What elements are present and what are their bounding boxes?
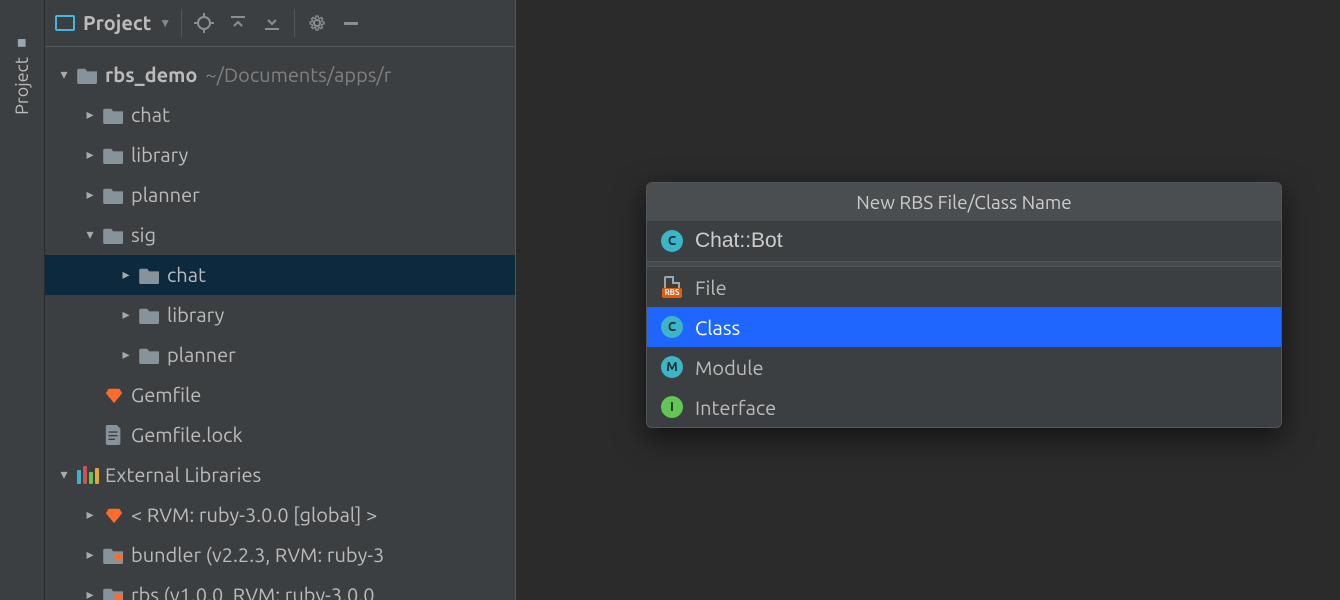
tree-node-label: chat <box>127 103 170 126</box>
chevron-right-icon[interactable]: ▸ <box>79 506 101 523</box>
interface-icon: I <box>661 396 683 418</box>
tree-node-gem[interactable]: ▸ rbs (v1.0.0, RVM: ruby-3.0.0 <box>45 575 515 600</box>
tree-node-label: sig <box>127 223 156 246</box>
tree-node-label: < RVM: ruby-3.0.0 [global] > <box>127 503 377 526</box>
tree-node-label: planner <box>163 343 236 366</box>
library-icon <box>75 466 101 484</box>
folder-icon <box>137 346 163 364</box>
gem-folder-icon <box>101 586 127 600</box>
popup-option-class[interactable]: C Class <box>647 307 1281 347</box>
chevron-right-icon[interactable]: ▸ <box>79 146 101 163</box>
tree-node-file-gemfile[interactable]: ▸ Gemfile <box>45 375 515 415</box>
chevron-down-icon[interactable]: ▾ <box>79 226 101 243</box>
tree-node-folder[interactable]: ▸ chat <box>45 255 515 295</box>
popup-option-label: Module <box>695 356 763 379</box>
panel-title-group[interactable]: Project ▼ <box>55 11 171 34</box>
gear-icon[interactable] <box>305 11 329 35</box>
chevron-right-icon[interactable]: ▸ <box>79 546 101 563</box>
project-tree[interactable]: ▾ rbs_demo ~/Documents/apps/r ▸ chat ▸ l… <box>45 47 515 600</box>
gem-folder-icon <box>101 546 127 564</box>
tree-node-label: rbs (v1.0.0, RVM: ruby-3.0.0 <box>127 583 375 600</box>
popup-option-label: Class <box>695 316 740 339</box>
tree-node-folder[interactable]: ▸ planner <box>45 335 515 375</box>
folder-icon <box>101 146 127 164</box>
chevron-down-icon[interactable]: ▾ <box>53 66 75 83</box>
rbs-file-icon: RBS <box>661 276 683 298</box>
folder-icon <box>101 186 127 204</box>
file-icon <box>101 425 127 445</box>
chevron-right-icon[interactable]: ▸ <box>115 306 137 323</box>
popup-option-file[interactable]: RBS File <box>647 267 1281 307</box>
tree-node-gem[interactable]: ▸ bundler (v2.2.3, RVM: ruby-3 <box>45 535 515 575</box>
panel-title-label: Project <box>83 11 151 34</box>
chevron-down-icon[interactable]: ▾ <box>53 466 75 483</box>
folder-icon: ■ <box>14 34 31 52</box>
folder-icon <box>75 66 101 84</box>
tree-node-label: Gemfile.lock <box>127 423 243 446</box>
project-view-icon <box>55 15 75 31</box>
tree-node-label: library <box>127 143 188 166</box>
class-icon: C <box>661 230 683 252</box>
tree-node-folder[interactable]: ▸ library <box>45 135 515 175</box>
tree-node-folder[interactable]: ▸ planner <box>45 175 515 215</box>
popup-option-interface[interactable]: I Interface <box>647 387 1281 427</box>
expand-all-icon[interactable] <box>226 11 250 35</box>
ruby-icon <box>101 386 127 404</box>
module-icon: M <box>661 356 683 378</box>
tree-node-folder-sig[interactable]: ▾ sig <box>45 215 515 255</box>
popup-title: New RBS File/Class Name <box>647 183 1281 221</box>
tree-node-path: ~/Documents/apps/r <box>197 63 391 86</box>
tree-node-folder[interactable]: ▸ library <box>45 295 515 335</box>
tree-node-folder[interactable]: ▸ chat <box>45 95 515 135</box>
chevron-right-icon[interactable]: ▸ <box>79 106 101 123</box>
tree-node-label: planner <box>127 183 200 206</box>
locate-icon[interactable] <box>192 11 216 35</box>
tree-node-root[interactable]: ▾ rbs_demo ~/Documents/apps/r <box>45 55 515 95</box>
chevron-right-icon[interactable]: ▸ <box>79 586 101 600</box>
popup-option-label: File <box>695 276 727 299</box>
popup-option-module[interactable]: M Module <box>647 347 1281 387</box>
editor-area: New RBS File/Class Name C RBS File C Cla… <box>516 0 1340 600</box>
tool-window-stripe: Project ■ <box>0 0 45 600</box>
folder-icon <box>137 266 163 284</box>
tree-node-sdk[interactable]: ▸ < RVM: ruby-3.0.0 [global] > <box>45 495 515 535</box>
divider <box>294 9 295 37</box>
project-panel: Project ▼ ▾ rbs_demo ~/Docume <box>45 0 516 600</box>
tree-node-external-libraries[interactable]: ▾ External Libraries <box>45 455 515 495</box>
tree-node-label: rbs_demo <box>101 63 197 86</box>
tool-window-tab-label: Project <box>12 57 32 115</box>
panel-header: Project ▼ <box>45 0 515 47</box>
ruby-icon <box>101 506 127 524</box>
hide-icon[interactable] <box>339 11 363 35</box>
popup-input-row: C <box>647 221 1281 261</box>
popup-name-input[interactable] <box>695 229 1267 253</box>
tool-window-tab-project[interactable]: Project ■ <box>12 28 32 121</box>
chevron-right-icon[interactable]: ▸ <box>115 266 137 283</box>
collapse-all-icon[interactable] <box>260 11 284 35</box>
tree-node-file-gemfile-lock[interactable]: ▸ Gemfile.lock <box>45 415 515 455</box>
tree-node-label: External Libraries <box>101 463 261 486</box>
class-icon: C <box>661 316 683 338</box>
folder-icon <box>137 306 163 324</box>
popup-option-label: Interface <box>695 396 776 419</box>
folder-icon <box>101 106 127 124</box>
tree-node-label: library <box>163 303 224 326</box>
tree-node-label: Gemfile <box>127 383 201 406</box>
divider <box>181 9 182 37</box>
tree-node-label: bundler (v2.2.3, RVM: ruby-3 <box>127 543 384 566</box>
chevron-right-icon[interactable]: ▸ <box>79 186 101 203</box>
tree-node-label: chat <box>163 263 206 286</box>
folder-icon <box>101 226 127 244</box>
new-rbs-popup: New RBS File/Class Name C RBS File C Cla… <box>646 182 1282 428</box>
chevron-right-icon[interactable]: ▸ <box>115 346 137 363</box>
chevron-down-icon: ▼ <box>159 16 171 30</box>
